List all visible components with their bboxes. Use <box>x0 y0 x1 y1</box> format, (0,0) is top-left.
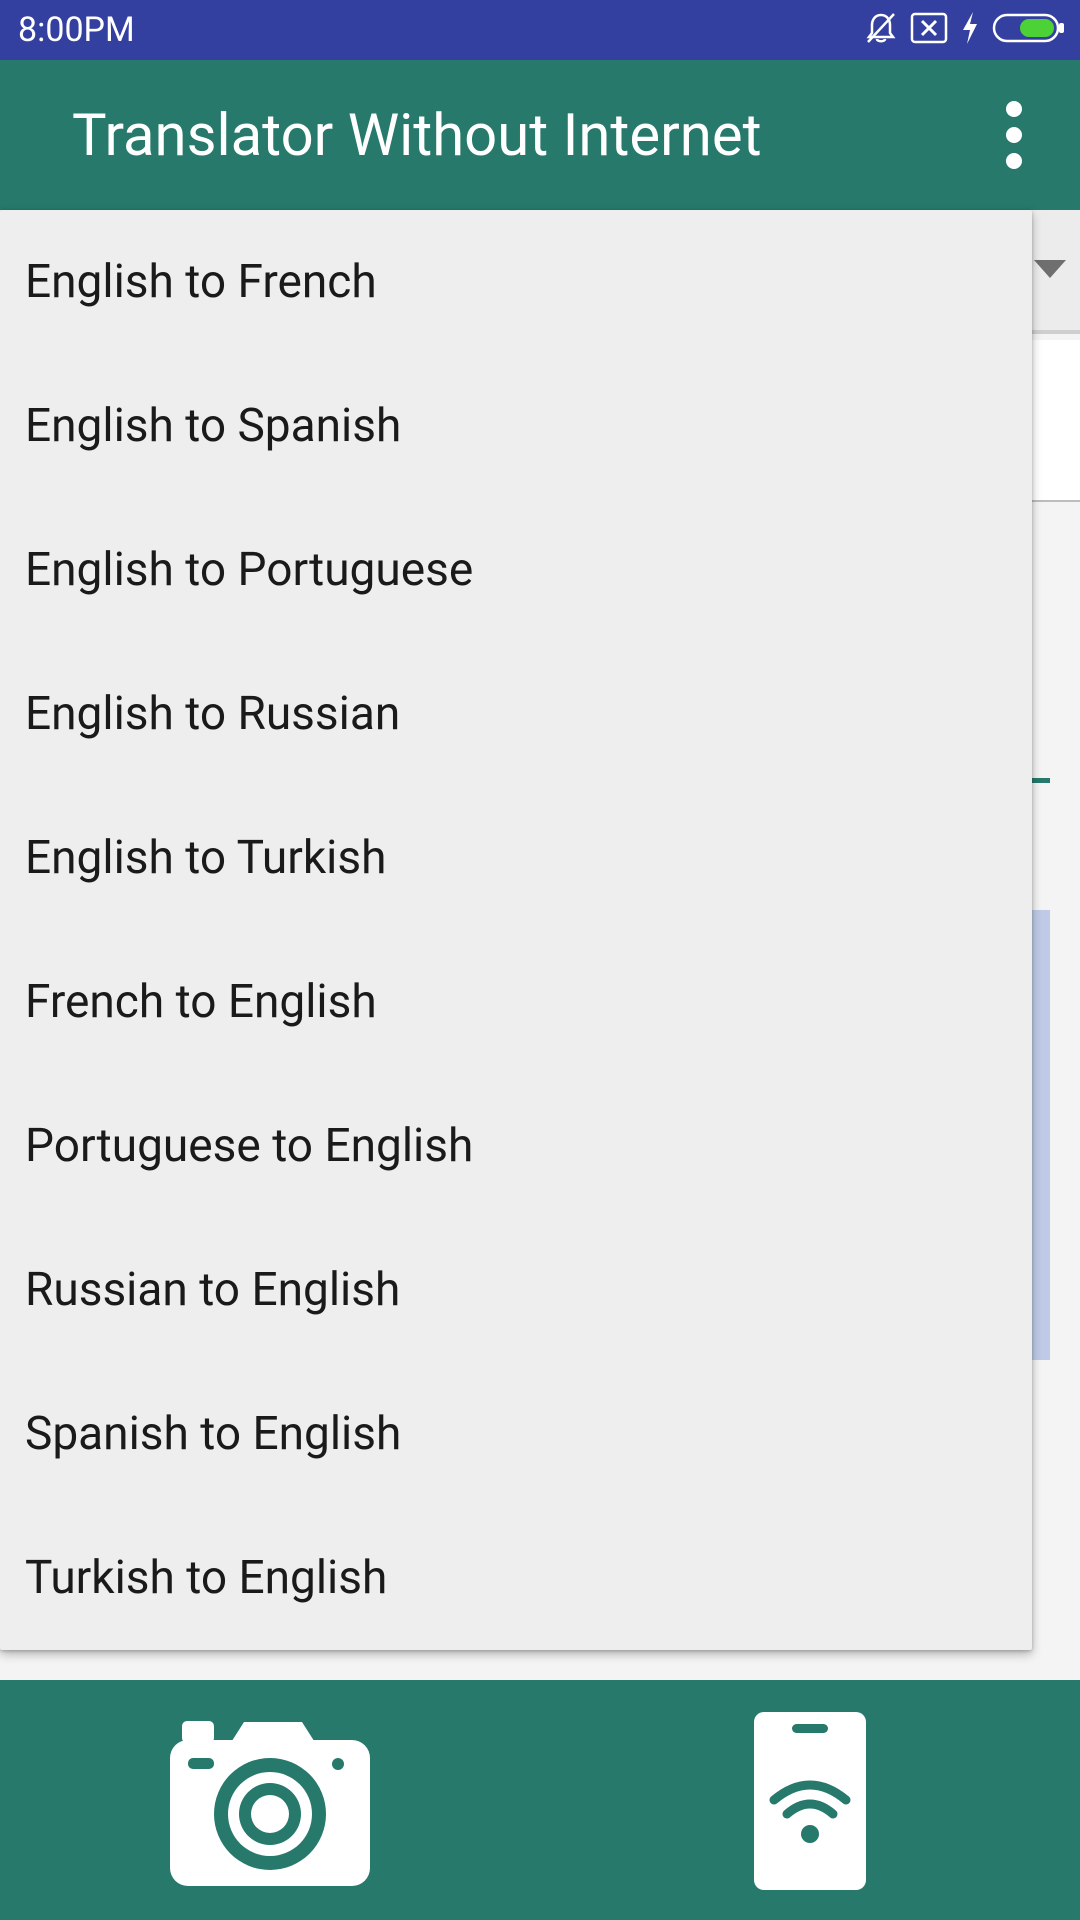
status-bar: 8:00PM <box>0 0 1080 60</box>
app-title: Translator Without Internet <box>72 102 762 170</box>
menu-item-french-to-english[interactable]: French to English <box>0 930 1032 1074</box>
camera-button[interactable] <box>168 1718 372 1888</box>
language-dropdown-menu: English to French English to Spanish Eng… <box>0 210 1032 1650</box>
notifications-off-icon <box>864 11 898 49</box>
menu-item-english-to-russian[interactable]: English to Russian <box>0 642 1032 786</box>
status-icons <box>864 10 1066 50</box>
menu-item-english-to-turkish[interactable]: English to Turkish <box>0 786 1032 930</box>
more-options-button[interactable] <box>986 95 1042 175</box>
offline-phone-button[interactable] <box>752 1710 868 1892</box>
app-bar: Translator Without Internet <box>0 60 1080 210</box>
menu-item-english-to-portuguese[interactable]: English to Portuguese <box>0 498 1032 642</box>
menu-item-turkish-to-english[interactable]: Turkish to English <box>0 1506 1032 1650</box>
phone-wifi-icon <box>754 1712 866 1890</box>
menu-item-portuguese-to-english[interactable]: Portuguese to English <box>0 1074 1032 1218</box>
menu-item-english-to-french[interactable]: English to French <box>0 210 1032 354</box>
sim-error-icon <box>910 12 948 48</box>
status-time: 8:00PM <box>18 10 135 50</box>
dropdown-arrow-icon <box>1034 260 1066 278</box>
camera-icon <box>170 1721 370 1886</box>
more-vert-icon <box>1006 101 1022 169</box>
menu-item-russian-to-english[interactable]: Russian to English <box>0 1218 1032 1362</box>
menu-item-spanish-to-english[interactable]: Spanish to English <box>0 1362 1032 1506</box>
bottom-bar <box>0 1680 1080 1920</box>
charging-bolt-icon <box>960 11 980 49</box>
battery-icon <box>992 12 1066 48</box>
menu-item-english-to-spanish[interactable]: English to Spanish <box>0 354 1032 498</box>
